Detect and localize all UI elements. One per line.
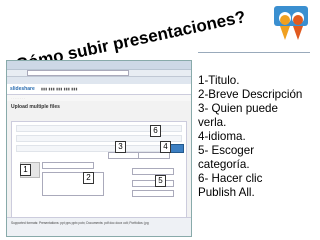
step-line: 5- Escoger — [198, 144, 255, 157]
step-badge-6: 6 — [150, 125, 161, 137]
steps-list: 1-Titulo. 2-Breve Descripción 3- Quien p… — [198, 74, 318, 200]
step-badge-3: 3 — [115, 141, 126, 153]
site-logo[interactable]: slideshare — [10, 86, 35, 92]
title-divider — [198, 52, 310, 53]
step-line: 3- Quien puede — [198, 102, 278, 115]
site-nav: ▮▮▮ ▮▮▮ ▮▮▮ ▮▮▮ ▮▮▮ — [41, 87, 78, 91]
step-badge-5: 5 — [155, 175, 166, 187]
browser-titlebar — [7, 61, 191, 69]
slideshare-logo — [274, 6, 308, 40]
category-select[interactable] — [132, 180, 174, 187]
step-line: 2-Breve Descripción — [198, 88, 303, 101]
upload-row — [16, 145, 182, 152]
site-header: slideshare ▮▮▮ ▮▮▮ ▮▮▮ ▮▮▮ ▮▮▮ — [7, 84, 191, 95]
step-badge-2: 2 — [83, 172, 94, 184]
step-line: Publish All. — [198, 186, 255, 199]
step-line: 4-idioma. — [198, 130, 246, 143]
address-bar[interactable] — [27, 70, 129, 76]
title-field[interactable] — [42, 162, 94, 169]
step-line: 1-Titulo. — [198, 74, 240, 87]
step-line: 6- Hacer clic — [198, 172, 263, 185]
step-line: verla. — [198, 116, 227, 129]
browser-bookmarks-bar — [7, 76, 191, 84]
step-badge-4: 4 — [160, 141, 171, 153]
page-footer: Supported formats: Presentations: ppt pp… — [7, 217, 191, 236]
description-field[interactable] — [42, 172, 104, 196]
step-badge-1: 1 — [20, 164, 31, 176]
language-select[interactable] — [138, 152, 170, 159]
supported-formats-text: Supported formats: Presentations: ppt pp… — [11, 221, 149, 225]
category-select[interactable] — [132, 190, 174, 197]
tags-field[interactable] — [132, 168, 174, 175]
step-line: categoría. — [198, 158, 250, 171]
upload-heading: Upload multiple files — [11, 104, 60, 110]
